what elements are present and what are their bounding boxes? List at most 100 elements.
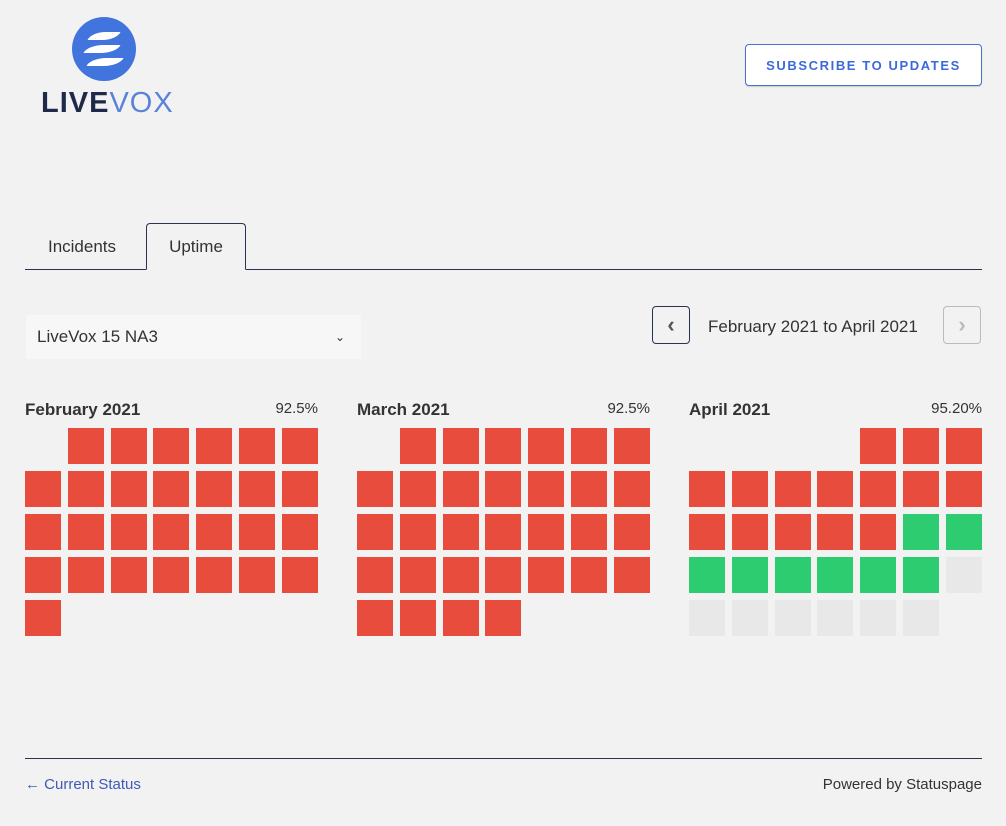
day-cell[interactable]	[442, 514, 479, 550]
next-range-button[interactable]: ›	[943, 306, 981, 344]
day-cell[interactable]	[860, 471, 897, 507]
day-cell[interactable]	[860, 514, 897, 550]
day-cell[interactable]	[67, 514, 104, 550]
day-cell[interactable]	[239, 471, 275, 507]
day-cell[interactable]	[485, 600, 522, 636]
day-cell[interactable]	[903, 557, 939, 593]
day-cell[interactable]	[485, 557, 522, 593]
day-cell[interactable]	[442, 600, 479, 636]
day-cell[interactable]	[689, 557, 725, 593]
day-cell[interactable]	[239, 557, 275, 593]
day-cell[interactable]	[817, 514, 854, 550]
day-cell[interactable]	[153, 514, 190, 550]
powered-by-statuspage-link[interactable]: Powered by Statuspage	[823, 776, 982, 793]
day-cell[interactable]	[357, 514, 393, 550]
current-status-link[interactable]: ← Current Status	[25, 776, 141, 793]
day-cell[interactable]	[774, 514, 811, 550]
livevox-logo[interactable]: LIVEVOX	[41, 17, 173, 120]
day-cell[interactable]	[399, 557, 436, 593]
day-cell[interactable]	[239, 514, 275, 550]
day-cell[interactable]	[196, 471, 233, 507]
day-cell[interactable]	[613, 557, 650, 593]
logo-mark-icon	[72, 17, 136, 81]
day-cell[interactable]	[731, 514, 768, 550]
day-cell[interactable]	[528, 557, 565, 593]
day-cell[interactable]	[357, 600, 393, 636]
day-cell[interactable]	[613, 471, 650, 507]
day-cell[interactable]	[239, 428, 275, 464]
day-cell[interactable]	[25, 514, 61, 550]
day-cell[interactable]	[442, 471, 479, 507]
day-cell[interactable]	[110, 471, 147, 507]
day-cell[interactable]	[399, 600, 436, 636]
day-cell[interactable]	[399, 428, 436, 464]
day-cell[interactable]	[689, 471, 725, 507]
day-cell[interactable]	[196, 428, 233, 464]
day-cell[interactable]	[571, 557, 607, 593]
day-cell[interactable]	[528, 428, 565, 464]
day-cell[interactable]	[485, 514, 522, 550]
day-cell[interactable]	[774, 557, 811, 593]
day-cell[interactable]	[860, 557, 897, 593]
previous-range-button[interactable]: ‹	[652, 306, 690, 344]
day-cell[interactable]	[613, 514, 650, 550]
day-cell[interactable]	[860, 428, 897, 464]
day-cell[interactable]	[399, 471, 436, 507]
day-cell[interactable]	[774, 600, 811, 636]
tab-incidents[interactable]: Incidents	[25, 223, 139, 270]
day-cell[interactable]	[67, 428, 104, 464]
day-cell[interactable]	[817, 557, 854, 593]
day-cell[interactable]	[613, 428, 650, 464]
day-cell[interactable]	[731, 557, 768, 593]
day-cell[interactable]	[357, 557, 393, 593]
day-cell[interactable]	[817, 600, 854, 636]
subscribe-button[interactable]: SUBSCRIBE TO UPDATES	[745, 44, 982, 86]
day-cell[interactable]	[25, 600, 61, 636]
day-cell[interactable]	[903, 471, 939, 507]
day-cell[interactable]	[196, 557, 233, 593]
day-cell[interactable]	[281, 471, 318, 507]
day-cell[interactable]	[153, 557, 190, 593]
day-cell[interactable]	[25, 471, 61, 507]
day-cell[interactable]	[485, 428, 522, 464]
day-cell[interactable]	[689, 600, 725, 636]
day-cell[interactable]	[357, 471, 393, 507]
day-cell[interactable]	[281, 514, 318, 550]
day-cell[interactable]	[945, 557, 982, 593]
day-cell[interactable]	[528, 471, 565, 507]
month-uptime: 92.5%	[275, 400, 318, 417]
day-cell[interactable]	[903, 600, 939, 636]
day-cell[interactable]	[442, 428, 479, 464]
day-cell[interactable]	[945, 514, 982, 550]
day-cell[interactable]	[528, 514, 565, 550]
day-cell[interactable]	[153, 428, 190, 464]
day-cell[interactable]	[110, 557, 147, 593]
day-cell[interactable]	[731, 600, 768, 636]
day-cell[interactable]	[860, 600, 897, 636]
day-cell[interactable]	[774, 471, 811, 507]
day-cell[interactable]	[571, 514, 607, 550]
day-cell[interactable]	[281, 557, 318, 593]
tab-uptime[interactable]: Uptime	[146, 223, 246, 270]
day-cell[interactable]	[903, 514, 939, 550]
day-cell[interactable]	[571, 428, 607, 464]
day-cell[interactable]	[945, 471, 982, 507]
day-cell[interactable]	[689, 514, 725, 550]
day-cell[interactable]	[485, 471, 522, 507]
day-cell[interactable]	[110, 428, 147, 464]
day-cell[interactable]	[903, 428, 939, 464]
day-cell[interactable]	[67, 471, 104, 507]
day-cell[interactable]	[442, 557, 479, 593]
day-cell[interactable]	[67, 557, 104, 593]
day-cell[interactable]	[945, 428, 982, 464]
component-select[interactable]: LiveVox 15 NA3 ⌄	[26, 315, 361, 359]
day-cell[interactable]	[196, 514, 233, 550]
day-cell[interactable]	[281, 428, 318, 464]
day-cell[interactable]	[110, 514, 147, 550]
day-cell[interactable]	[817, 471, 854, 507]
day-cell[interactable]	[731, 471, 768, 507]
day-cell[interactable]	[399, 514, 436, 550]
day-cell[interactable]	[25, 557, 61, 593]
day-cell[interactable]	[153, 471, 190, 507]
day-cell[interactable]	[571, 471, 607, 507]
